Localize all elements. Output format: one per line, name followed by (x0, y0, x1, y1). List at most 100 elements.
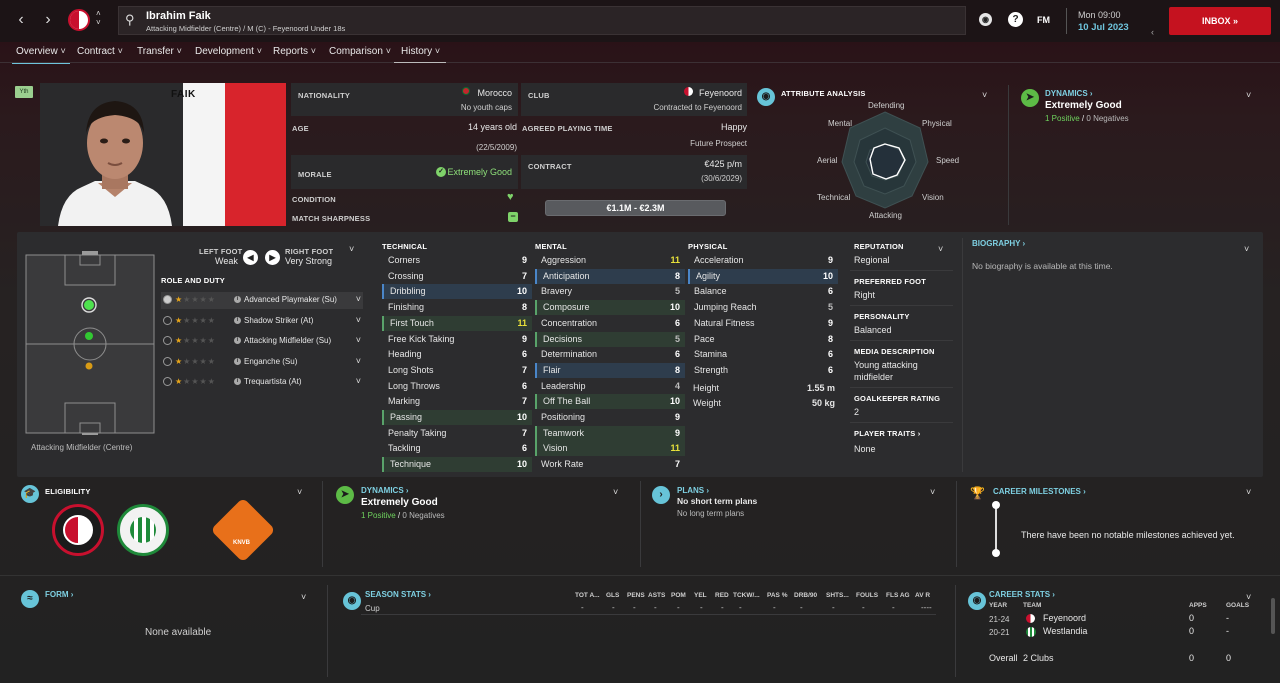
tab-contract[interactable]: Contract ˅ (77, 46, 123, 57)
role-chevron-icon[interactable]: ˅ (356, 294, 361, 304)
dynamics-chevron-icon[interactable]: ˅ (1246, 90, 1251, 100)
role-info-icon[interactable]: i (234, 357, 241, 365)
role-chevron-icon[interactable]: ˅ (356, 315, 361, 325)
foot-chevron-icon[interactable]: ˅ (349, 244, 354, 254)
attribute-row[interactable]: First Touch 11 (382, 315, 532, 331)
attribute-row[interactable]: Marking 7 (382, 394, 532, 409)
role-info-icon[interactable]: i (234, 296, 241, 303)
attribute-analysis-chevron-icon[interactable]: ˅ (982, 90, 987, 100)
tab-comparison[interactable]: Comparison ˅ (329, 46, 391, 57)
feyenoord-badge-icon[interactable] (68, 9, 90, 31)
inbox-button[interactable]: INBOX » (1169, 7, 1271, 35)
dynamics-bottom-chevron-icon[interactable]: ˅ (613, 487, 618, 497)
role-radio[interactable] (163, 356, 172, 366)
role-radio[interactable] (163, 295, 172, 304)
career-stats-title[interactable]: CAREER STATS › (989, 590, 1055, 599)
career-stats-chevron-icon[interactable]: ˅ (1246, 592, 1251, 602)
season-stat-header[interactable]: TOT A... (575, 592, 600, 599)
season-stat-header[interactable]: TCKW/... (733, 592, 760, 599)
role-row[interactable]: ★★★★★ i Advanced Playmaker (Su) ˅ (161, 292, 363, 309)
fmc-icon[interactable]: ◉ (979, 13, 992, 26)
season-stat-header[interactable]: PENS (627, 592, 645, 599)
career-team[interactable]: Westlandia (1043, 626, 1087, 636)
attribute-row[interactable]: Teamwork 9 (535, 425, 685, 441)
season-stat-header[interactable]: DRB/90 (794, 592, 817, 599)
role-radio[interactable] (163, 315, 172, 325)
role-chevron-icon[interactable]: ˅ (356, 356, 361, 366)
role-chevron-icon[interactable]: ˅ (356, 335, 361, 345)
attribute-row[interactable]: Finishing 8 (382, 300, 532, 315)
value-range-bar[interactable]: €1.1M - €2.3M (545, 200, 726, 216)
tab-overview[interactable]: Overview ˅ (12, 46, 70, 64)
role-info-icon[interactable]: i (234, 378, 241, 385)
forward-icon[interactable]: › (40, 10, 56, 30)
attribute-radar-chart[interactable] (840, 110, 930, 210)
role-chevron-icon[interactable]: ˅ (356, 376, 361, 386)
season-stat-header[interactable]: RED (715, 592, 729, 599)
role-info-icon[interactable]: i (234, 316, 241, 324)
attribute-row[interactable]: Passing 10 (382, 410, 532, 425)
feyenoord-crest-icon[interactable] (52, 504, 104, 556)
season-stat-header[interactable]: SHTS... (826, 592, 849, 599)
attribute-row[interactable]: Crossing 7 (382, 269, 532, 284)
eligibility-chevron-icon[interactable]: ˅ (297, 487, 302, 497)
attribute-row[interactable]: Work Rate 7 (535, 457, 685, 472)
attribute-row[interactable]: Jumping Reach 5 (688, 300, 838, 315)
attribute-row[interactable]: Positioning 9 (535, 410, 685, 425)
attribute-row[interactable]: Free Kick Taking 9 (382, 332, 532, 347)
attribute-row[interactable]: Stamina 6 (688, 347, 838, 362)
attribute-row[interactable]: Long Shots 7 (382, 363, 532, 378)
dynamics-bottom-title[interactable]: DYNAMICS › (361, 486, 409, 495)
attribute-row[interactable]: Acceleration 9 (688, 253, 838, 268)
fm-button[interactable]: FM (1037, 15, 1050, 25)
career-scrollbar[interactable] (1271, 598, 1275, 634)
form-chevron-icon[interactable]: ˅ (301, 592, 306, 602)
tab-development[interactable]: Development ˅ (195, 46, 262, 57)
attribute-row[interactable]: Long Throws 6 (382, 379, 532, 394)
attribute-row[interactable]: Off The Ball 10 (535, 394, 685, 410)
attribute-row[interactable]: Technique 10 (382, 457, 532, 473)
plans-chevron-icon[interactable]: ˅ (930, 487, 935, 497)
dynamics-title[interactable]: DYNAMICS › (1045, 89, 1093, 98)
tab-transfer[interactable]: Transfer ˅ (137, 46, 182, 57)
role-row[interactable]: ★★★★★ i Enganche (Su) ˅ (161, 354, 363, 371)
attribute-row[interactable]: Bravery 5 (535, 284, 685, 299)
attribute-row[interactable]: Dribbling 10 (382, 284, 532, 300)
attribute-row[interactable]: Leadership 4 (535, 379, 685, 394)
attribute-row[interactable]: Composure 10 (535, 300, 685, 316)
attribute-row[interactable]: Vision 11 (535, 441, 685, 457)
attribute-row[interactable]: Concentration 6 (535, 316, 685, 331)
attribute-row[interactable]: Pace 8 (688, 332, 838, 347)
attribute-row[interactable]: Anticipation 8 (535, 268, 685, 284)
attribute-row[interactable]: Strength 6 (688, 363, 838, 378)
season-stat-header[interactable]: FOULS (856, 592, 878, 599)
attribute-row[interactable]: Aggression 11 (535, 253, 685, 268)
attribute-row[interactable]: Agility 10 (688, 268, 838, 284)
attribute-row[interactable]: Natural Fitness 9 (688, 316, 838, 331)
position-pitch[interactable] (25, 250, 155, 435)
role-row[interactable]: ★★★★★ i Trequartista (At) ˅ (161, 374, 363, 391)
info-chevron-icon[interactable]: ˅ (938, 244, 943, 254)
club-switch-icon[interactable]: ˄ ˅ (96, 9, 101, 27)
role-info-icon[interactable]: i (234, 337, 241, 344)
biography-chevron-icon[interactable]: ˅ (1244, 244, 1249, 254)
search-box[interactable]: ⚲ Ibrahim Faik Attacking Midfielder (Cen… (118, 6, 966, 35)
season-stat-header[interactable]: YEL (694, 592, 707, 599)
attribute-row[interactable]: Tackling 6 (382, 441, 532, 456)
form-title[interactable]: FORM › (45, 590, 73, 599)
knvb-crest-icon[interactable] (210, 497, 276, 563)
attribute-row[interactable]: Balance 6 (688, 284, 838, 299)
attribute-row[interactable]: Corners 9 (382, 253, 532, 268)
attribute-row[interactable]: Determination 6 (535, 347, 685, 362)
help-icon[interactable]: ? (1008, 12, 1023, 27)
season-stat-header[interactable]: ASTS (648, 592, 665, 599)
biography-title[interactable]: BIOGRAPHY › (972, 239, 1025, 248)
current-date[interactable]: 10 Jul 2023 (1078, 22, 1129, 33)
attribute-row[interactable]: Heading 6 (382, 347, 532, 362)
role-radio[interactable] (163, 377, 172, 386)
role-row[interactable]: ★★★★★ i Shadow Striker (At) ˅ (161, 313, 363, 330)
season-stat-header[interactable]: POM (671, 592, 686, 599)
attribute-row[interactable]: Flair 8 (535, 362, 685, 378)
tab-reports[interactable]: Reports ˅ (273, 46, 316, 57)
club-value[interactable]: Feyenoord (699, 88, 742, 98)
